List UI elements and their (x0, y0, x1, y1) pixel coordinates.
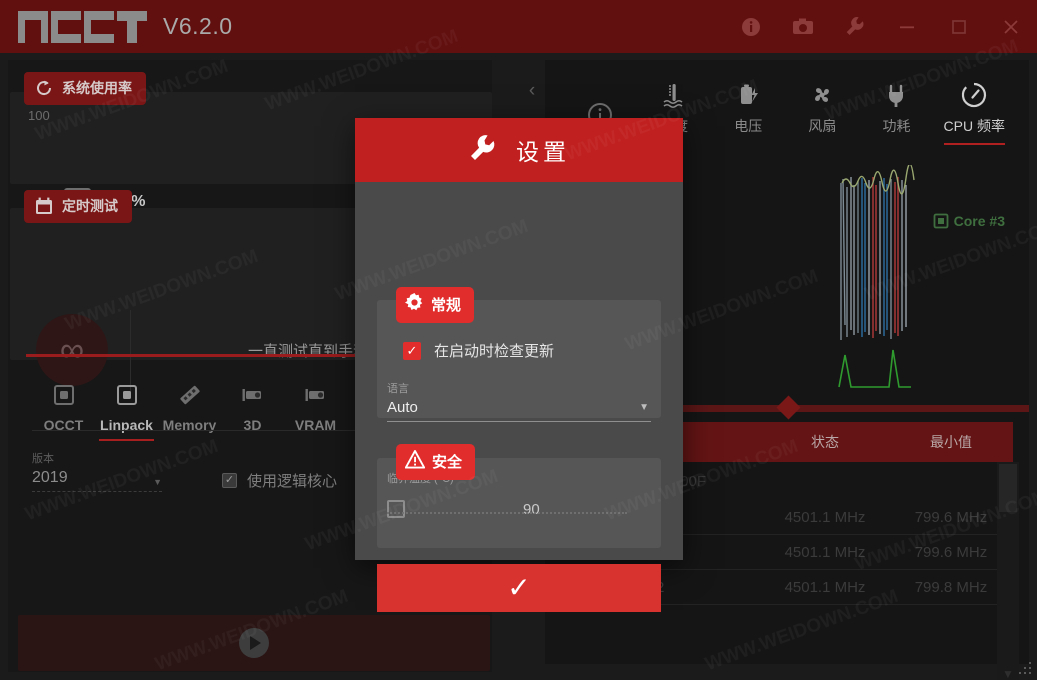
test-tab-3d[interactable]: 3D (221, 382, 284, 441)
general-section-badge: 常规 (396, 287, 475, 323)
warning-triangle-icon (404, 450, 426, 473)
gear-icon (405, 293, 424, 316)
system-usage-badge-label: 系统使用率 (62, 80, 132, 96)
monitor-tab-label: CPU 频率 (943, 118, 1005, 134)
title-bar: V6.2.0 (0, 0, 1037, 53)
gauge-icon (959, 80, 989, 110)
table-header-status: 状态 (811, 434, 839, 450)
version-select[interactable]: 版本 2019 ▼ (32, 450, 162, 492)
table-cell-min: 799.6 MHz (914, 543, 988, 561)
settings-dialog-header: 设置 (355, 118, 683, 182)
play-icon (239, 628, 269, 658)
table-vertical-scrollbar[interactable]: ▼ → (997, 462, 1019, 680)
app-version: V6.2.0 (163, 13, 233, 39)
wrench-icon (468, 133, 498, 168)
screenshot-camera-icon[interactable] (777, 0, 829, 53)
timed-test-badge: 定时测试 (24, 190, 132, 223)
table-cell-status: 4501.1 MHz (784, 578, 866, 596)
check-updates-checkbox[interactable]: ✓ (403, 341, 421, 360)
scroll-down-arrow-icon[interactable]: ▼ (997, 663, 1019, 680)
version-label: 版本 (32, 453, 54, 465)
monitor-tab-cpu-frequency[interactable]: CPU 频率 (943, 80, 1006, 145)
table-cell-min: 799.6 MHz (914, 508, 988, 526)
refresh-circle-icon (34, 78, 54, 98)
thermometer-icon (659, 80, 689, 110)
collapse-panel-chevron-icon[interactable]: ‹ (522, 78, 542, 104)
settings-dialog: 设置 常规 ✓ 在启动时检查更新 语言 Auto ▼ 安全 90 ✓ (355, 118, 683, 612)
language-value: Auto (387, 399, 418, 416)
settings-dialog-title: 设置 (516, 139, 570, 165)
infinity-duration-icon[interactable]: ∞ (36, 314, 108, 386)
fan-icon (807, 80, 837, 110)
maximize-button[interactable] (933, 0, 985, 53)
table-cell-min: 799.8 MHz (914, 578, 988, 596)
info-icon[interactable] (725, 0, 777, 53)
critical-temp-checkbox[interactable] (387, 500, 405, 518)
monitor-tab-fan[interactable]: 风扇 (795, 80, 849, 145)
monitor-tab-label: 功耗 (882, 118, 911, 134)
version-value: 2019 (32, 469, 68, 486)
cpu-chip-icon (114, 382, 140, 408)
scrollbar-thumb[interactable] (999, 464, 1017, 512)
safety-section-badge: 安全 (396, 444, 476, 480)
gpu-card-icon (303, 382, 329, 408)
occt-application-window: V6.2.0 系统使用率 100 定时测试 ∞ 一直测试直到手动停止 OCCT … (0, 0, 1037, 680)
language-label: 语言 (387, 383, 409, 395)
logical-cores-check-icon (222, 473, 237, 488)
test-tab-memory[interactable]: Memory (158, 382, 221, 441)
logical-cores-label: 使用逻辑核心 (247, 473, 338, 490)
system-usage-badge: 系统使用率 (24, 72, 146, 105)
minimize-button[interactable] (881, 0, 933, 53)
check-icon: ✓ (507, 572, 531, 603)
power-plug-icon (881, 80, 911, 110)
battery-bolt-icon (733, 80, 763, 110)
test-tab-occt[interactable]: OCCT (32, 382, 95, 441)
cpu-chip-icon (933, 213, 949, 229)
table-cell-status: 4501.1 MHz (784, 543, 866, 561)
test-tab-vram[interactable]: VRAM (284, 382, 347, 441)
window-resize-grip[interactable] (1019, 662, 1033, 676)
gpu-card-icon (240, 382, 266, 408)
calendar-icon (34, 196, 54, 216)
settings-wrench-icon[interactable] (829, 0, 881, 53)
close-button[interactable] (985, 0, 1037, 53)
chevron-down-icon: ▼ (639, 402, 649, 413)
test-tab-linpack[interactable]: Linpack (95, 382, 158, 441)
start-test-button[interactable] (18, 615, 490, 671)
infinity-glyph: ∞ (59, 331, 85, 369)
occt-logo-mark (18, 10, 147, 43)
check-updates-label: 在启动时检查更新 (434, 343, 555, 360)
cpu-chip-icon (51, 382, 77, 408)
general-section-label: 常规 (431, 297, 462, 314)
timer-divider (130, 310, 131, 392)
table-header-min: 最小值 (930, 434, 972, 450)
critical-temp-slider[interactable] (387, 512, 627, 514)
chevron-down-icon: ▼ (153, 477, 162, 487)
safety-section-label: 安全 (432, 454, 463, 471)
monitor-tab-power[interactable]: 功耗 (869, 80, 923, 145)
table-cell-status: 4501.1 MHz (784, 508, 866, 526)
monitor-tab-label: 风扇 (808, 118, 837, 134)
graph-legend-label: Core #3 (953, 213, 1005, 229)
graph-legend-core: Core #3 (933, 213, 1005, 229)
logical-cores-checkbox[interactable]: 使用逻辑核心 (222, 470, 337, 491)
app-logo: V6.2.0 (18, 10, 233, 43)
timeline-slider-handle[interactable] (776, 395, 801, 420)
language-select[interactable]: 语言 Auto ▼ (387, 380, 651, 422)
critical-temp-value: 90 (523, 500, 540, 518)
title-bar-buttons (725, 0, 1037, 53)
usage-axis-max-label: 100 (28, 108, 50, 123)
timed-test-badge-label: 定时测试 (62, 198, 118, 214)
memory-stick-icon (177, 382, 203, 408)
settings-confirm-button[interactable]: ✓ (377, 564, 661, 612)
monitor-tab-label: 电压 (734, 118, 763, 134)
check-updates-row[interactable]: ✓ 在启动时检查更新 (403, 340, 554, 361)
monitor-tab-voltage[interactable]: 电压 (721, 80, 775, 145)
